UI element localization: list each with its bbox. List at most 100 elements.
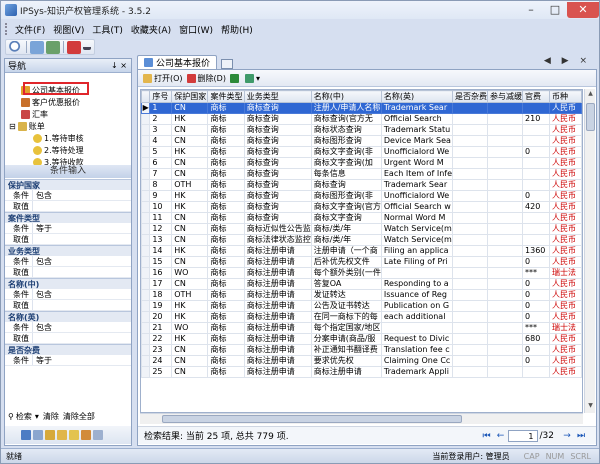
table-cell[interactable]: 商标文字查询(官方 xyxy=(310,201,382,213)
col-header[interactable]: 业务类型 xyxy=(243,90,312,103)
table-cell[interactable] xyxy=(487,146,524,158)
table-cell[interactable] xyxy=(522,135,550,147)
table-row[interactable]: 25 CN 商标 商标注册申请 商标注册申请 Trademark Appli 人民币 xyxy=(141,366,582,378)
table-cell[interactable]: 公告及证书转达 xyxy=(310,300,382,312)
table-cell[interactable] xyxy=(487,355,524,367)
table-cell[interactable]: 人民币 xyxy=(548,333,582,345)
table-cell[interactable] xyxy=(522,102,550,114)
table-cell[interactable] xyxy=(452,212,489,224)
table-cell[interactable] xyxy=(487,333,524,345)
table-cell[interactable]: 商标查询 xyxy=(243,146,312,158)
condition-row[interactable]: 条件 包含 xyxy=(5,289,131,300)
table-row[interactable]: 20 HK 商标 商标注册申请 在同一商标下的每 each additional 0 人民币 xyxy=(141,311,582,323)
table-cell[interactable]: Unofficialord We xyxy=(380,146,454,158)
condition-value[interactable]: 包含 xyxy=(33,256,52,266)
table-cell[interactable]: 每个指定国家/地区 xyxy=(310,322,382,334)
table-cell[interactable] xyxy=(452,344,489,356)
table-cell[interactable]: 后补优先权文件 xyxy=(310,256,382,268)
table-cell[interactable]: Responding to a xyxy=(380,278,454,290)
table-cell[interactable]: 人民币 xyxy=(548,102,582,114)
condition-row[interactable]: 取值 xyxy=(5,234,131,245)
table-cell[interactable]: 2 xyxy=(149,113,173,125)
tag-icon[interactable] xyxy=(81,430,91,440)
table-cell[interactable]: HK xyxy=(171,146,209,158)
table-cell[interactable] xyxy=(487,212,524,224)
table-cell[interactable] xyxy=(452,168,489,180)
table-cell[interactable] xyxy=(487,124,524,136)
table-cell[interactable]: 人民币 xyxy=(548,234,582,246)
table-cell[interactable]: 商标 xyxy=(207,278,245,290)
table-cell[interactable]: 商标注册申请 xyxy=(243,344,312,356)
table-cell[interactable] xyxy=(487,366,524,378)
table-cell[interactable]: Claiming One Cc xyxy=(380,355,454,367)
table-cell[interactable]: 要求优先权 xyxy=(310,355,382,367)
minimize-button[interactable]: – xyxy=(519,2,543,18)
table-cell[interactable]: 人民币 xyxy=(548,157,582,169)
table-cell[interactable]: CN xyxy=(171,157,209,169)
table-row[interactable]: 4 CN 商标 商标查询 商标图形查询 Device Mark Sea 人民币 xyxy=(141,135,582,147)
col-header[interactable]: 名称(英) xyxy=(380,90,454,103)
close-button[interactable]: ✕ xyxy=(567,2,599,18)
table-cell[interactable] xyxy=(487,322,524,334)
table-cell[interactable]: 商标 xyxy=(207,135,245,147)
table-cell[interactable] xyxy=(487,300,524,312)
table-cell[interactable]: 商标 xyxy=(207,102,245,114)
users-icon[interactable] xyxy=(46,40,60,54)
table-cell[interactable]: 9 xyxy=(149,190,173,202)
table-cell[interactable]: 商标注册申请 xyxy=(243,333,312,345)
table-cell[interactable] xyxy=(452,333,489,345)
table-cell[interactable]: *** xyxy=(522,267,550,279)
table-cell[interactable] xyxy=(452,366,489,378)
table-cell[interactable]: 每条信息 xyxy=(310,168,382,180)
table-cell[interactable]: 7 xyxy=(149,168,173,180)
table-cell[interactable]: 商标文字查询 xyxy=(310,212,382,224)
page-input[interactable]: 1 xyxy=(507,429,538,442)
table-cell[interactable]: 商标/类/年 xyxy=(310,223,382,235)
table-cell[interactable]: Official Search xyxy=(380,113,454,125)
table-cell[interactable]: Issuance of Reg xyxy=(380,289,454,301)
table-cell[interactable]: 0 xyxy=(522,278,550,290)
table-cell[interactable] xyxy=(452,223,489,235)
scroll-up-icon[interactable]: ▲ xyxy=(586,90,595,100)
table-cell[interactable]: 商标 xyxy=(207,124,245,136)
condition-value[interactable]: 包含 xyxy=(33,190,52,200)
col-header[interactable]: 币种 xyxy=(548,90,582,103)
table-cell[interactable]: 商标注册申请 xyxy=(243,245,312,257)
row-header[interactable] xyxy=(141,344,151,356)
table-cell[interactable]: 0 xyxy=(522,344,550,356)
table-cell[interactable]: HK xyxy=(171,333,209,345)
table-cell[interactable]: 商标查询 xyxy=(243,168,312,180)
table-cell[interactable] xyxy=(452,135,489,147)
table-cell[interactable]: 1 xyxy=(149,102,173,114)
table-cell[interactable]: 人民币 xyxy=(548,179,582,191)
toolbar-dropdown-icon[interactable] xyxy=(83,45,91,50)
row-header[interactable] xyxy=(141,190,151,202)
table-cell[interactable] xyxy=(487,179,524,191)
table-cell[interactable]: 商标 xyxy=(207,300,245,312)
row-header[interactable] xyxy=(141,146,151,158)
table-cell[interactable]: CN xyxy=(171,256,209,268)
table-cell[interactable] xyxy=(452,157,489,169)
table-cell[interactable]: Request to Divic xyxy=(380,333,454,345)
table-cell[interactable]: 人民币 xyxy=(548,212,582,224)
table-cell[interactable]: 18 xyxy=(149,289,173,301)
table-cell[interactable]: 注册申请（一个商 xyxy=(310,245,382,257)
table-cell[interactable] xyxy=(452,311,489,323)
scroll-down-icon[interactable]: ▼ xyxy=(586,402,595,412)
table-cell[interactable]: 商标 xyxy=(207,157,245,169)
table-cell[interactable]: 商标 xyxy=(207,311,245,323)
row-header[interactable] xyxy=(141,135,151,147)
col-header[interactable]: 序号 xyxy=(149,90,173,103)
group-protect-country[interactable]: 保护国家 xyxy=(5,179,131,190)
table-cell[interactable]: 0 xyxy=(522,355,550,367)
table-cell[interactable]: 商标注册申请 xyxy=(243,256,312,268)
table-cell[interactable]: WO xyxy=(171,267,209,279)
row-header[interactable] xyxy=(141,234,151,246)
table-cell[interactable] xyxy=(452,234,489,246)
table-cell[interactable]: CN xyxy=(171,278,209,290)
new-tab-icon[interactable] xyxy=(221,59,234,69)
table-cell[interactable]: 商标 xyxy=(207,223,245,235)
row-header[interactable] xyxy=(141,157,151,169)
table-cell[interactable]: 20 xyxy=(149,311,173,323)
table-cell[interactable] xyxy=(452,190,489,202)
